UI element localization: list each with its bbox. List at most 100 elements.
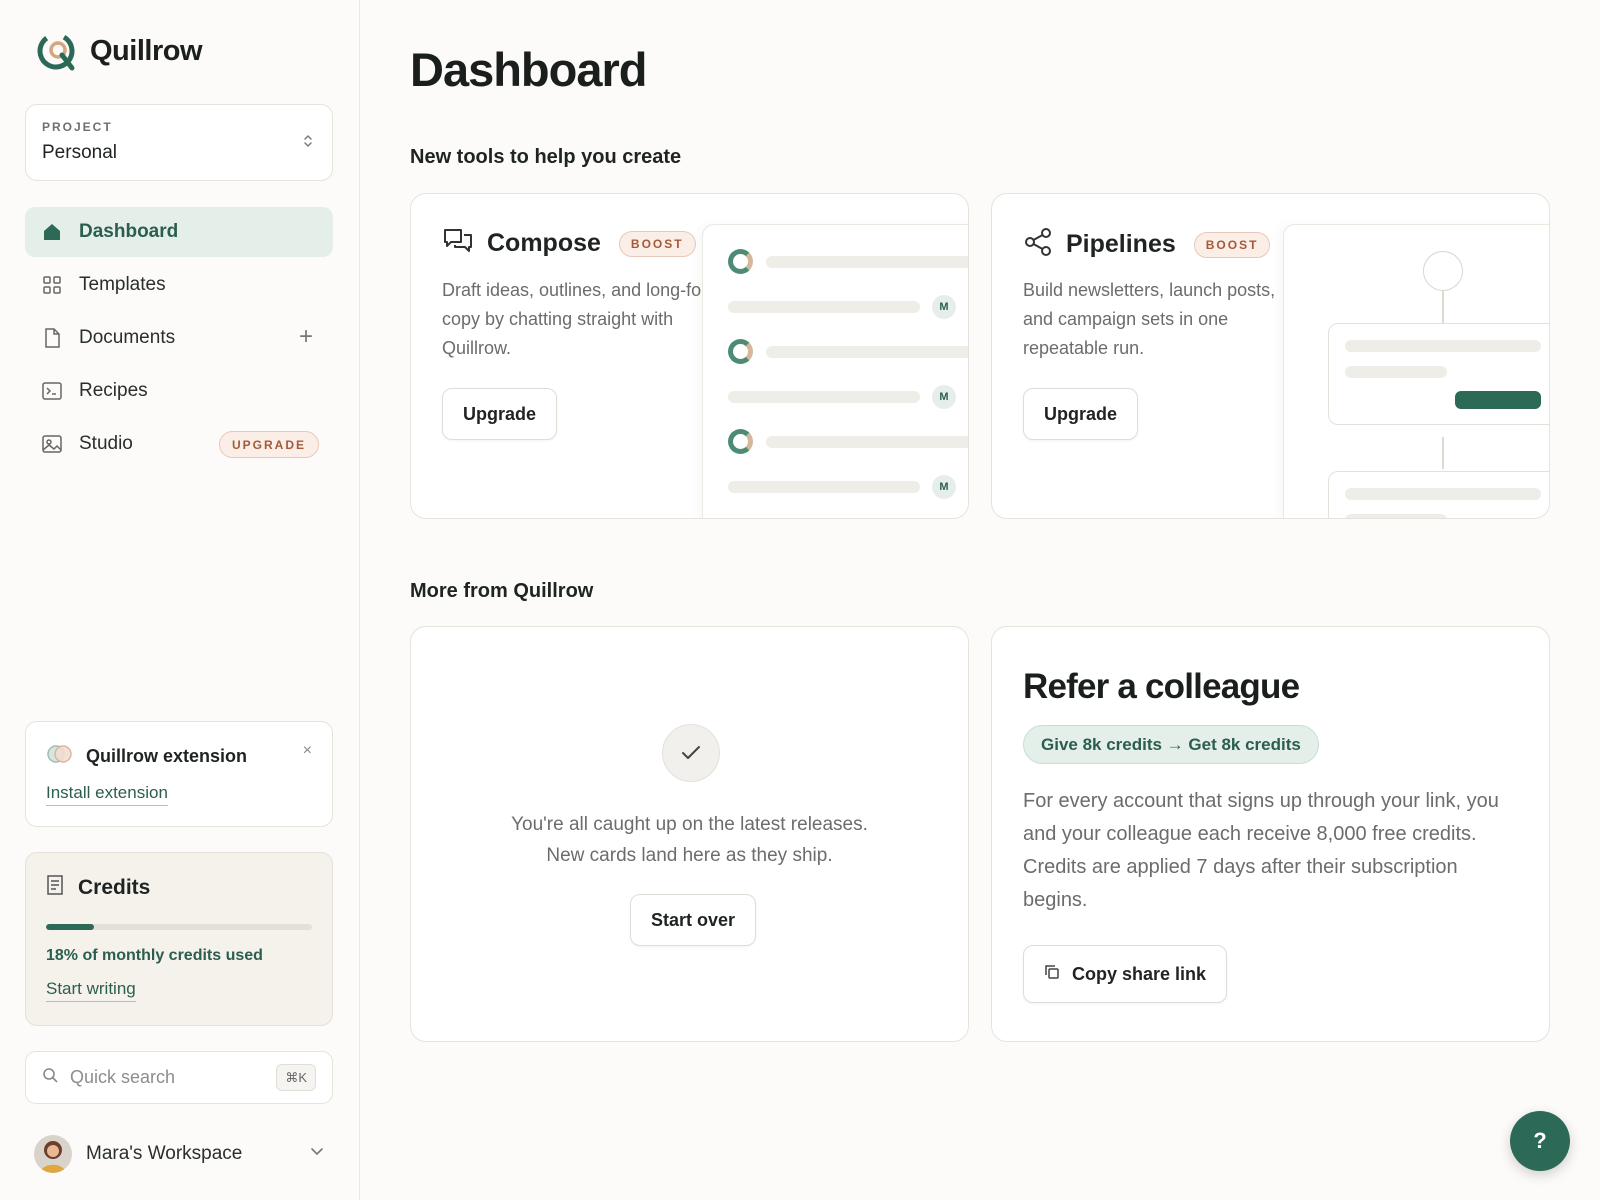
refer-card: Refer a colleague Give 8k credits → Get … xyxy=(991,626,1550,1042)
placeholder-bar xyxy=(728,481,920,493)
receipt-icon xyxy=(46,875,64,901)
caught-up-line-2: New cards land here as they ship. xyxy=(546,845,833,866)
compose-card: Compose BOOST Draft ideas, outlines, and… xyxy=(410,193,969,519)
refer-credits-pill: Give 8k credits → Get 8k credits xyxy=(1023,725,1319,764)
grid-icon xyxy=(41,274,63,296)
sidebar-item-label: Studio xyxy=(79,433,133,454)
extension-title-row: Quillrow extension xyxy=(46,744,312,769)
pipelines-title: Pipelines xyxy=(1066,230,1176,258)
pipelines-description: Build newsletters, launch posts, and cam… xyxy=(1023,280,1276,358)
placeholder-bar xyxy=(766,256,968,268)
pipelines-card: Pipelines BOOST Build newsletters, launc… xyxy=(991,193,1550,519)
compose-title: Compose xyxy=(487,229,601,257)
compose-header: Compose BOOST xyxy=(443,228,696,259)
add-document-icon[interactable]: + xyxy=(299,325,313,349)
chevron-up-down-icon xyxy=(302,133,314,149)
boost-badge: BOOST xyxy=(1193,231,1271,258)
copy-share-link-label: Copy share link xyxy=(1072,963,1207,984)
placeholder-bar xyxy=(766,346,968,358)
pipelines-preview-illustration xyxy=(1283,224,1549,518)
credits-usage-text: 18% of monthly credits used xyxy=(46,947,263,964)
upgrade-badge[interactable]: UPGRADE xyxy=(218,431,319,458)
sidebar-item-studio[interactable]: Studio UPGRADE xyxy=(25,419,333,469)
sidebar-item-label: Documents xyxy=(79,327,176,348)
placeholder-bar xyxy=(1345,340,1541,352)
search-placeholder: Quick search xyxy=(70,1067,176,1087)
page-title: Dashboard xyxy=(410,43,647,96)
sidebar-item-label: Templates xyxy=(79,274,166,295)
progress-ring xyxy=(728,429,753,454)
caught-up-message: You're all caught up on the latest relea… xyxy=(411,809,968,871)
avatar-badge: M xyxy=(932,385,956,409)
credits-title-row: Credits xyxy=(46,875,312,901)
sidebar-item-dashboard[interactable]: Dashboard xyxy=(25,207,333,257)
start-over-button[interactable]: Start over xyxy=(630,894,757,946)
help-button[interactable]: ? xyxy=(1510,1111,1570,1171)
copy-icon xyxy=(1044,964,1060,985)
copy-share-link-button[interactable]: Copy share link xyxy=(1023,945,1228,1003)
sidebar: Quillrow PROJECT Personal Dashboard Temp… xyxy=(0,0,360,1200)
sidebar-nav: Dashboard Templates Documents + Recipes xyxy=(25,207,333,472)
project-value: Personal xyxy=(42,142,117,163)
workspace-name: Mara's Workspace xyxy=(86,1143,243,1164)
compose-upgrade-button[interactable]: Upgrade xyxy=(442,388,558,440)
tools-section-title: New tools to help you create xyxy=(410,146,682,168)
document-icon xyxy=(41,327,63,349)
placeholder-bar xyxy=(728,391,920,403)
quick-search[interactable]: Quick search ⌘K xyxy=(25,1051,333,1104)
avatar-badge: M xyxy=(932,295,956,319)
logo[interactable]: Quillrow xyxy=(34,28,203,74)
project-selector[interactable]: PROJECT Personal xyxy=(25,104,333,181)
sidebar-item-recipes[interactable]: Recipes xyxy=(25,366,333,416)
extension-card: Quillrow extension × Install extension xyxy=(25,721,333,827)
pipeline-start-node xyxy=(1423,251,1463,291)
chat-bubbles-icon xyxy=(443,228,473,259)
pipelines-header: Pipelines BOOST xyxy=(1024,228,1271,261)
search-icon xyxy=(42,1067,58,1088)
close-icon[interactable]: × xyxy=(303,742,312,760)
chevron-down-icon xyxy=(310,1145,324,1164)
pipeline-connector xyxy=(1442,437,1444,469)
avatar xyxy=(34,1135,72,1173)
step-action-bar xyxy=(1455,391,1541,409)
credits-card: Credits 18% of monthly credits used Star… xyxy=(25,852,333,1026)
sidebar-item-label: Recipes xyxy=(79,380,148,401)
sidebar-item-documents[interactable]: Documents + xyxy=(25,313,333,363)
progress-ring xyxy=(728,339,753,364)
placeholder-bar xyxy=(1345,514,1447,518)
progress-ring xyxy=(728,249,753,274)
caught-up-card: You're all caught up on the latest relea… xyxy=(410,626,969,1042)
image-icon xyxy=(41,433,63,455)
install-extension-link[interactable]: Install extension xyxy=(46,783,168,806)
sidebar-item-label: Dashboard xyxy=(79,221,179,242)
project-label: PROJECT xyxy=(42,120,113,134)
credits-progress-bar xyxy=(46,924,312,930)
more-section-title: More from Quillrow xyxy=(410,580,594,602)
search-shortcut: ⌘K xyxy=(276,1064,316,1091)
caught-up-line-1: You're all caught up on the latest relea… xyxy=(511,814,868,835)
pipeline-step-card xyxy=(1328,323,1549,425)
refer-description: For every account that signs up through … xyxy=(1023,790,1499,911)
placeholder-bar xyxy=(766,436,968,448)
extension-icon xyxy=(46,744,74,769)
pipeline-connector xyxy=(1442,291,1444,323)
home-icon xyxy=(41,221,63,243)
start-writing-link[interactable]: Start writing xyxy=(46,979,136,1002)
quillrow-logo-icon xyxy=(37,32,75,71)
workspace-switcher[interactable]: Mara's Workspace xyxy=(34,1135,324,1173)
sidebar-item-templates[interactable]: Templates xyxy=(25,260,333,310)
boost-badge: BOOST xyxy=(618,230,696,257)
credits-title: Credits xyxy=(78,876,151,899)
placeholder-bar xyxy=(728,301,920,313)
extension-title: Quillrow extension xyxy=(86,746,248,766)
compose-preview-illustration: M M M xyxy=(702,224,968,518)
refer-title: Refer a colleague xyxy=(1023,667,1300,706)
brand-name: Quillrow xyxy=(90,34,203,67)
pipeline-step-card xyxy=(1328,471,1549,518)
placeholder-bar xyxy=(1345,366,1447,378)
terminal-icon xyxy=(41,380,63,402)
share-nodes-icon xyxy=(1024,228,1052,261)
avatar-badge: M xyxy=(932,475,956,499)
pipelines-upgrade-button[interactable]: Upgrade xyxy=(1023,388,1139,440)
check-icon xyxy=(662,724,720,782)
